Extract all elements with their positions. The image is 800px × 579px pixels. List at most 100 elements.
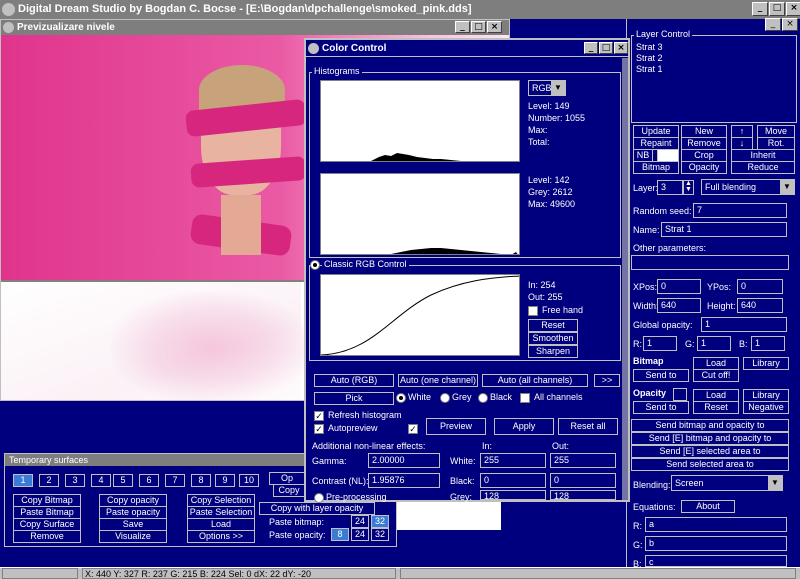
layer-item[interactable]: Strat 1 xyxy=(636,64,663,74)
classic-rgb-radio[interactable] xyxy=(310,260,320,270)
bitmap-send-to-button[interactable]: Send to xyxy=(633,369,689,382)
remove-surface-button[interactable]: Remove xyxy=(13,530,81,543)
minimize-icon[interactable]: _ xyxy=(455,21,470,33)
paste-opacity-24-button[interactable]: 24 xyxy=(351,528,369,541)
layer-item[interactable]: Strat 3 xyxy=(636,42,663,52)
grey-out-field[interactable]: 128 xyxy=(550,490,616,500)
options-button[interactable]: Options >> xyxy=(187,530,255,543)
pick-button[interactable]: Pick xyxy=(314,392,394,405)
negative-button[interactable]: Negative xyxy=(743,401,789,414)
preprocessing-radio[interactable] xyxy=(314,493,324,503)
blending-mode-select[interactable]: Full blending ▼ xyxy=(701,179,795,195)
surface-tab-5[interactable]: 5 xyxy=(113,474,133,487)
restore-icon[interactable]: □ xyxy=(769,2,785,16)
dialog-scrollbar[interactable] xyxy=(622,58,628,500)
opacity-small-button[interactable] xyxy=(673,388,687,401)
auto-all-channels-button[interactable]: Auto (all channels) xyxy=(482,374,588,387)
paste-opacity-8-button[interactable]: 8 xyxy=(331,528,349,541)
surface-tab-8[interactable]: 8 xyxy=(191,474,211,487)
send-bitmap-opacity-button[interactable]: Send bitmap and opacity to xyxy=(631,419,789,432)
ypos-field[interactable]: 0 xyxy=(737,279,783,294)
restore-icon[interactable]: □ xyxy=(599,42,613,54)
close-icon[interactable]: × xyxy=(614,42,628,54)
paste-bitmap-32-button[interactable]: 32 xyxy=(371,515,389,528)
width-field[interactable]: 640 xyxy=(657,298,701,313)
blending-select[interactable]: Screen ▼ xyxy=(671,475,783,491)
dropdown-arrow-icon[interactable]: ▼ xyxy=(768,476,782,490)
copy-with-layer-opacity-button[interactable]: Copy with layer opacity xyxy=(259,502,375,515)
paste-bitmap-24-button[interactable]: 24 xyxy=(351,515,369,528)
histogram-bottom[interactable] xyxy=(320,173,520,255)
grey-radio[interactable] xyxy=(440,393,450,403)
equation-r-field[interactable]: a xyxy=(645,517,787,532)
restore-icon[interactable]: □ xyxy=(471,21,486,33)
close-icon[interactable]: × xyxy=(786,2,800,16)
close-icon[interactable]: × xyxy=(782,18,798,31)
black-in-field[interactable]: 0 xyxy=(480,473,546,488)
minimize-icon[interactable]: _ xyxy=(752,2,768,16)
surface-tab-3[interactable]: 3 xyxy=(65,474,85,487)
preview-button[interactable]: Preview xyxy=(426,418,486,435)
cut-off-button[interactable]: Cut off! xyxy=(693,369,739,382)
grey-in-field[interactable]: 128 xyxy=(480,490,546,500)
contrast-field[interactable]: 1.95876 xyxy=(368,473,440,488)
minimize-icon[interactable]: _ xyxy=(765,18,781,31)
smoothen-button[interactable]: Smoothen xyxy=(528,332,578,345)
autopreview-checkbox[interactable]: ✓ xyxy=(314,424,324,434)
send-selected-area-button[interactable]: Send selected area to xyxy=(631,458,789,471)
g-field[interactable]: 1 xyxy=(697,336,731,351)
copy-button[interactable]: Copy xyxy=(273,484,305,497)
black-out-field[interactable]: 0 xyxy=(550,473,616,488)
equation-b-field[interactable]: c xyxy=(645,555,787,567)
surface-tab-7[interactable]: 7 xyxy=(165,474,185,487)
surface-tab-10[interactable]: 10 xyxy=(239,474,259,487)
random-seed-field[interactable]: 7 xyxy=(693,203,787,218)
reset-all-button[interactable]: Reset all xyxy=(558,418,618,435)
white-in-field[interactable]: 255 xyxy=(480,453,546,468)
opacity-send-to-button[interactable]: Send to xyxy=(633,401,689,414)
channel-select[interactable]: RGB ▼ xyxy=(528,80,566,96)
send-e-bitmap-opacity-button[interactable]: Send [E] bitmap and opacity to xyxy=(631,432,789,445)
layer-item[interactable]: Strat 2 xyxy=(636,53,663,63)
surface-tab-4[interactable]: 4 xyxy=(91,474,111,487)
opacity-reset-button[interactable]: Reset xyxy=(693,401,739,414)
layer-name-field[interactable]: Strat 1 xyxy=(661,222,787,237)
surface-tab-6[interactable]: 6 xyxy=(139,474,159,487)
more-button[interactable]: >> xyxy=(594,374,620,387)
all-channels-checkbox[interactable] xyxy=(520,393,530,403)
surface-tab-1[interactable]: 1 xyxy=(13,474,33,487)
preview-checkbox[interactable]: ✓ xyxy=(408,424,418,434)
close-icon[interactable]: × xyxy=(487,21,502,33)
white-out-field[interactable]: 255 xyxy=(550,453,616,468)
auto-rgb-button[interactable]: Auto (RGB) xyxy=(314,374,394,387)
white-radio[interactable] xyxy=(396,393,406,403)
layer-number-field[interactable]: 3 xyxy=(657,180,683,195)
b-field[interactable]: 1 xyxy=(751,336,785,351)
apply-button[interactable]: Apply xyxy=(494,418,554,435)
histogram-top[interactable] xyxy=(320,80,520,162)
bitmap-button[interactable]: Bitmap xyxy=(633,161,679,174)
black-radio[interactable] xyxy=(478,393,488,403)
paste-opacity-32-button[interactable]: 32 xyxy=(371,528,389,541)
curve-reset-button[interactable]: Reset xyxy=(528,319,578,332)
refresh-histogram-checkbox[interactable]: ✓ xyxy=(314,411,324,421)
layer-spin-icon[interactable]: ▲ ▼ xyxy=(683,180,694,195)
free-hand-checkbox[interactable] xyxy=(528,306,538,316)
bitmap-library-button[interactable]: Library xyxy=(743,357,789,370)
visualize-button[interactable]: Visualize xyxy=(99,530,167,543)
xpos-field[interactable]: 0 xyxy=(657,279,701,294)
auto-one-channel-button[interactable]: Auto (one channel) xyxy=(398,374,478,387)
minimize-icon[interactable]: _ xyxy=(584,42,598,54)
sharpen-button[interactable]: Sharpen xyxy=(528,345,578,358)
dropdown-arrow-icon[interactable]: ▼ xyxy=(551,81,565,95)
gamma-field[interactable]: 2.00000 xyxy=(368,453,440,468)
curve-editor[interactable] xyxy=(320,274,520,356)
dropdown-arrow-icon[interactable]: ▼ xyxy=(780,180,794,194)
about-button[interactable]: About xyxy=(681,500,735,513)
surface-tab-2[interactable]: 2 xyxy=(39,474,59,487)
send-e-selected-area-button[interactable]: Send [E] selected area to xyxy=(631,445,789,458)
opacity-button[interactable]: Opacity xyxy=(681,161,727,174)
other-parameters-field[interactable] xyxy=(631,255,789,270)
surface-tab-9[interactable]: 9 xyxy=(215,474,235,487)
reduce-button[interactable]: Reduce xyxy=(731,161,795,174)
